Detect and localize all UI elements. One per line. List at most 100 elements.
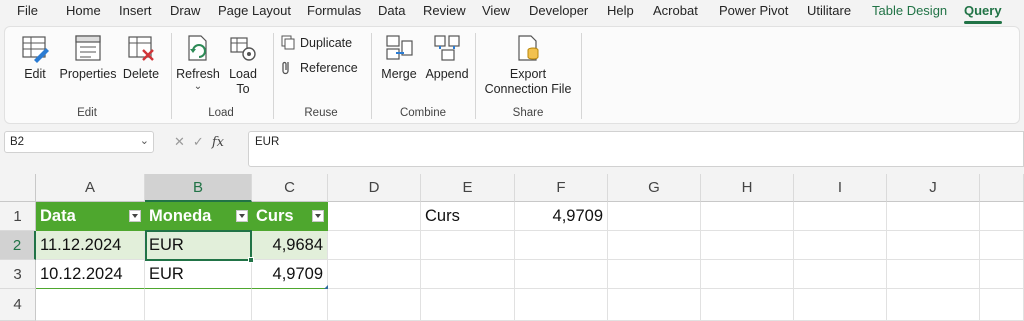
column-header-i[interactable]: I <box>794 174 887 202</box>
cell-k2[interactable] <box>980 231 1024 260</box>
duplicate-button[interactable]: Duplicate <box>281 35 352 50</box>
filter-dropdown-icon[interactable] <box>236 210 248 222</box>
table-resize-handle[interactable] <box>324 285 328 289</box>
cell-i1[interactable] <box>794 202 887 231</box>
tab-table-design[interactable]: Table Design <box>872 3 947 18</box>
cell-g1[interactable] <box>608 202 701 231</box>
table-row-2-curs[interactable]: 4,9709 <box>252 260 328 289</box>
row-header-1[interactable]: 1 <box>0 202 36 231</box>
column-header-f[interactable]: F <box>515 174 608 202</box>
column-header-k[interactable] <box>980 174 1024 202</box>
cell-h3[interactable] <box>701 260 794 289</box>
cell-d4[interactable] <box>328 289 421 321</box>
tab-file[interactable]: File <box>17 3 38 18</box>
table-header-data[interactable]: Data <box>36 202 145 231</box>
cancel-icon[interactable]: ✕ <box>174 134 185 150</box>
table-row-2-moneda[interactable]: EUR <box>145 260 252 289</box>
cell-d3[interactable] <box>328 260 421 289</box>
append-button[interactable]: Append <box>423 33 471 82</box>
column-header-j[interactable]: J <box>887 174 980 202</box>
tab-help[interactable]: Help <box>607 3 634 18</box>
refresh-button[interactable]: Refresh ⌄ <box>175 33 221 92</box>
table-header-curs[interactable]: Curs <box>252 202 328 231</box>
properties-button[interactable]: Properties <box>57 33 119 82</box>
column-header-c[interactable]: C <box>252 174 328 202</box>
group-separator <box>475 33 476 119</box>
column-header-g[interactable]: G <box>608 174 701 202</box>
merge-button[interactable]: Merge <box>377 33 421 82</box>
tab-acrobat[interactable]: Acrobat <box>653 3 698 18</box>
filter-dropdown-icon[interactable] <box>129 210 141 222</box>
column-header-b[interactable]: B <box>145 174 252 202</box>
insert-function-icon[interactable]: fx <box>212 135 224 150</box>
cell-b4[interactable] <box>145 289 252 321</box>
formula-input[interactable]: EUR <box>248 131 1024 167</box>
filter-dropdown-icon[interactable] <box>312 210 324 222</box>
tab-utilitare[interactable]: Utilitare <box>807 3 851 18</box>
cell-g2[interactable] <box>608 231 701 260</box>
cell-i4[interactable] <box>794 289 887 321</box>
cell-h4[interactable] <box>701 289 794 321</box>
cell-i3[interactable] <box>794 260 887 289</box>
fill-handle[interactable] <box>248 257 254 263</box>
cell-h2[interactable] <box>701 231 794 260</box>
cell-j4[interactable] <box>887 289 980 321</box>
cell-g4[interactable] <box>608 289 701 321</box>
cell-c4[interactable] <box>252 289 328 321</box>
column-header-e[interactable]: E <box>421 174 515 202</box>
column-header-a[interactable]: A <box>36 174 145 202</box>
tab-developer[interactable]: Developer <box>529 3 588 18</box>
export-connection-file-button[interactable]: Export Connection File <box>481 33 575 97</box>
cell-e2[interactable] <box>421 231 515 260</box>
tab-insert[interactable]: Insert <box>119 3 152 18</box>
table-header-moneda[interactable]: Moneda <box>145 202 252 231</box>
enter-icon[interactable]: ✓ <box>193 134 204 150</box>
table-row-1-curs[interactable]: 4,9684 <box>252 231 328 260</box>
tab-power-pivot[interactable]: Power Pivot <box>719 3 788 18</box>
cell-f3[interactable] <box>515 260 608 289</box>
tab-formulas[interactable]: Formulas <box>307 3 361 18</box>
tab-query[interactable]: Query <box>964 3 1002 18</box>
cell-e4[interactable] <box>421 289 515 321</box>
cell-e3[interactable] <box>421 260 515 289</box>
cell-f2[interactable] <box>515 231 608 260</box>
tab-home[interactable]: Home <box>66 3 101 18</box>
cell-a4[interactable] <box>36 289 145 321</box>
cell-d1[interactable] <box>328 202 421 231</box>
cell-j3[interactable] <box>887 260 980 289</box>
refresh-dropdown-icon[interactable]: ⌄ <box>175 82 221 92</box>
tab-draw[interactable]: Draw <box>170 3 200 18</box>
cell-f1[interactable]: 4,9709 <box>515 202 608 231</box>
table-row-2-data[interactable]: 10.12.2024 <box>36 260 145 289</box>
cell-h1[interactable] <box>701 202 794 231</box>
edit-group-label: Edit <box>77 107 97 119</box>
table-row-1-data[interactable]: 11.12.2024 <box>36 231 145 260</box>
cell-i2[interactable] <box>794 231 887 260</box>
name-box[interactable]: B2 ⌄ <box>4 131 154 153</box>
cell-k1[interactable] <box>980 202 1024 231</box>
cell-f4[interactable] <box>515 289 608 321</box>
tab-view[interactable]: View <box>482 3 510 18</box>
export-connection-icon <box>518 35 539 61</box>
select-all-corner[interactable] <box>0 174 36 202</box>
row-header-3[interactable]: 3 <box>0 260 36 289</box>
delete-button[interactable]: Delete <box>121 33 161 82</box>
cell-e1[interactable]: Curs <box>421 202 515 231</box>
cell-k3[interactable] <box>980 260 1024 289</box>
column-header-d[interactable]: D <box>328 174 421 202</box>
cell-d2[interactable] <box>328 231 421 260</box>
cell-j2[interactable] <box>887 231 980 260</box>
tab-review[interactable]: Review <box>423 3 466 18</box>
cell-g3[interactable] <box>608 260 701 289</box>
load-to-button[interactable]: Load To <box>225 33 261 97</box>
row-header-4[interactable]: 4 <box>0 289 36 321</box>
tab-page-layout[interactable]: Page Layout <box>218 3 291 18</box>
reference-button[interactable]: Reference <box>281 60 358 75</box>
cell-j1[interactable] <box>887 202 980 231</box>
cell-k4[interactable] <box>980 289 1024 321</box>
tab-data[interactable]: Data <box>378 3 405 18</box>
column-header-h[interactable]: H <box>701 174 794 202</box>
name-box-dropdown-icon[interactable]: ⌄ <box>140 134 149 147</box>
row-header-2[interactable]: 2 <box>0 231 36 260</box>
edit-button[interactable]: Edit <box>17 33 53 82</box>
